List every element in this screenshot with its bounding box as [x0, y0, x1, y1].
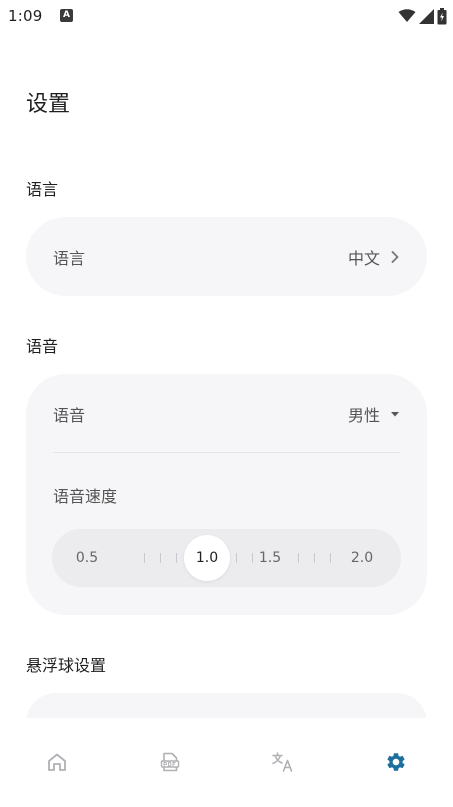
language-card: 语言 中文 [26, 217, 427, 296]
speed-slider-thumb[interactable]: 1.0 [184, 535, 230, 581]
language-row-label: 语言 [53, 248, 86, 268]
slider-tick [176, 553, 177, 563]
slider-tick [314, 553, 315, 563]
pdf-file-icon [160, 752, 180, 772]
slider-tick [298, 553, 299, 563]
slider-tick [236, 553, 237, 563]
speed-label-min: 0.5 [75, 550, 99, 566]
slider-tick [144, 553, 145, 563]
nav-translate[interactable] [269, 748, 297, 776]
speech-speed-label: 语音速度 [53, 487, 118, 506]
slider-tick [160, 553, 161, 563]
section-header-language: 语言 [26, 180, 59, 199]
battery-icon [437, 7, 447, 24]
voice-divider [53, 452, 400, 453]
bottom-nav [0, 718, 453, 807]
nav-home[interactable] [43, 748, 71, 776]
dropdown-arrow-icon [391, 411, 399, 416]
translate-icon [272, 752, 293, 772]
section-header-voice: 语音 [26, 337, 59, 356]
nav-settings[interactable] [382, 748, 410, 776]
speed-label-mid: 1.5 [258, 550, 282, 566]
voice-gender-label: 语音 [53, 405, 86, 425]
voice-card: 语音 男性 语音速度 0.5 1.5 2.0 1.0 [26, 374, 427, 615]
status-time: 1:09 [8, 7, 43, 25]
chevron-right-icon [391, 250, 399, 263]
nav-pdf[interactable] [156, 748, 184, 776]
section-header-floating-ball: 悬浮球设置 [26, 656, 107, 675]
speech-speed-slider[interactable]: 0.5 1.5 2.0 1.0 [52, 529, 401, 587]
home-icon [48, 753, 66, 771]
language-row-value: 中文 [347, 248, 380, 268]
wifi-icon [398, 9, 416, 22]
voice-gender-row[interactable]: 语音 男性 [53, 374, 400, 453]
language-row-value-wrap: 中文 [348, 245, 400, 269]
voice-gender-value-wrap: 男性 [348, 402, 400, 426]
speed-current-label: 1.0 [195, 550, 219, 566]
signal-icon [419, 8, 434, 24]
notification-icon: A [60, 9, 73, 22]
status-icons [398, 7, 447, 25]
slider-tick [252, 553, 253, 563]
language-row[interactable]: 语言 中文 [53, 217, 400, 296]
voice-gender-value: 男性 [347, 405, 380, 425]
gear-icon [387, 753, 405, 771]
slider-tick [330, 553, 331, 563]
page-title: 设置 [26, 92, 71, 117]
status-bar: 1:09 A [0, 0, 453, 34]
speed-label-max: 2.0 [350, 550, 374, 566]
